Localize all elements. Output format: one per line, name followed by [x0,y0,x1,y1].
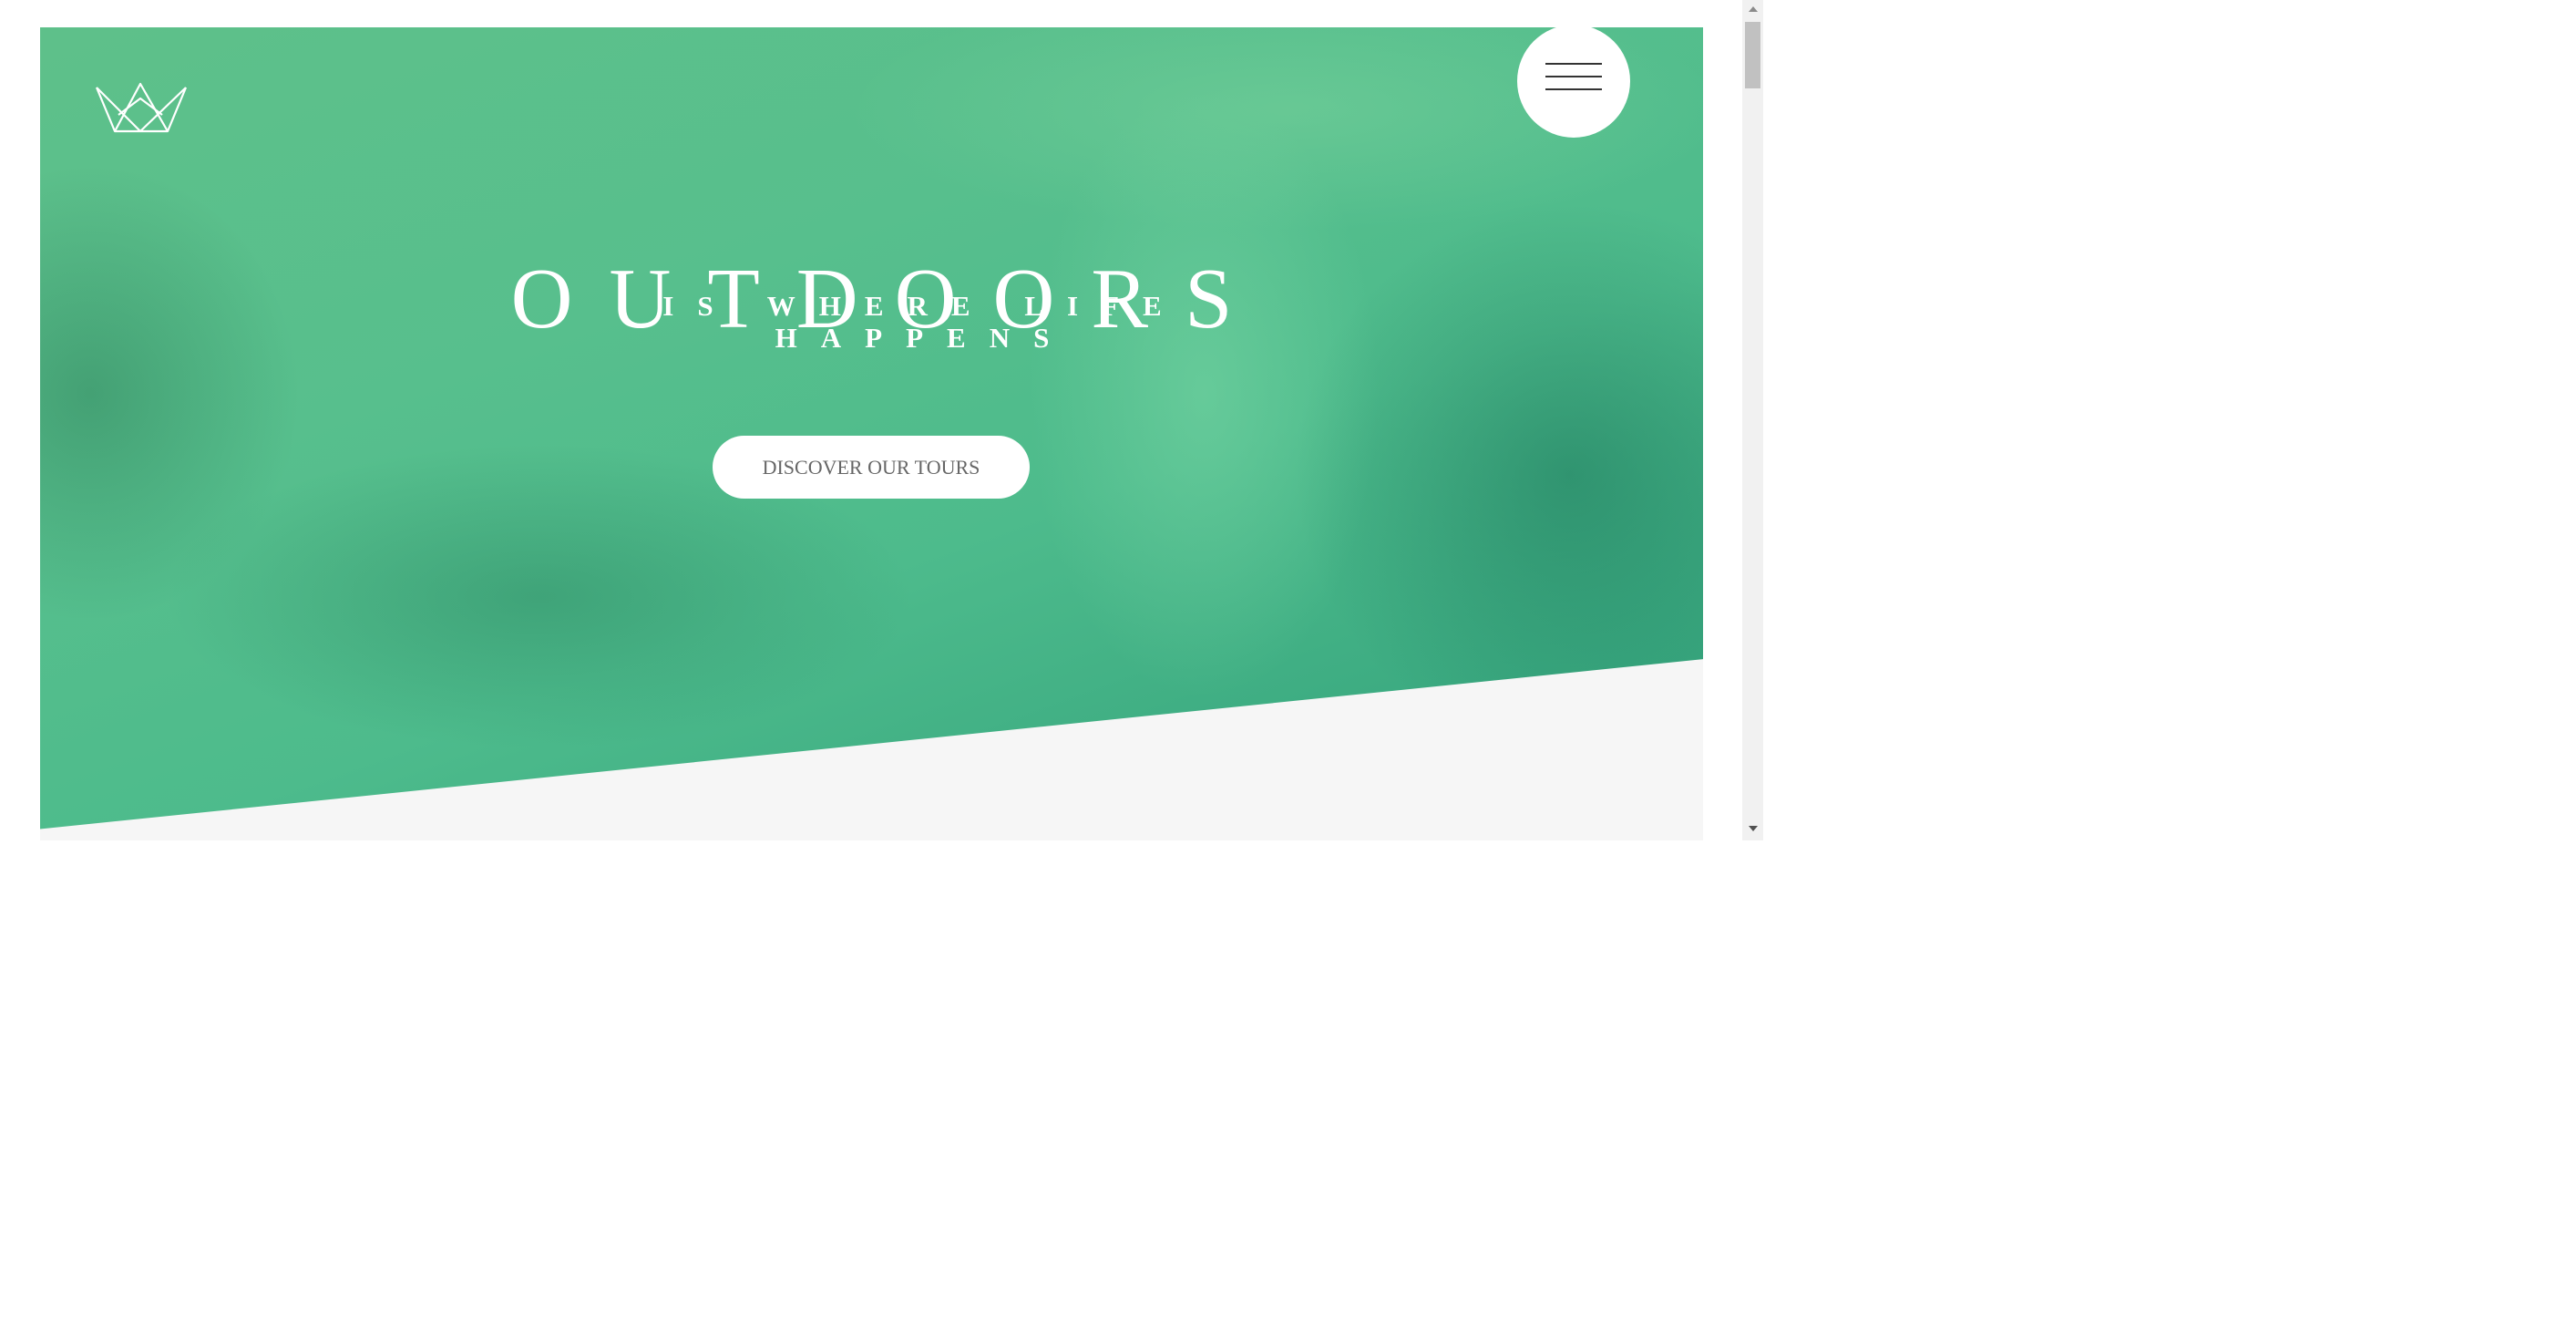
vertical-scrollbar[interactable] [1742,0,1763,840]
scrollbar-thumb[interactable] [1745,22,1760,88]
hamburger-menu-icon [1545,76,1602,77]
scroll-down-arrow-icon[interactable] [1749,826,1758,831]
hero-subtitle: IS WHERE LIFE HAPPENS [662,290,1185,354]
hero-background-image [40,27,1703,829]
hamburger-menu-icon [1545,88,1602,90]
discover-tours-button[interactable]: DISCOVER OUR TOURS [713,436,1030,499]
browser-viewport: OUTDOORS IS WHERE LIFE HAPPENS DISCOVER … [0,0,1763,840]
menu-button[interactable] [1517,27,1630,138]
crown-icon[interactable] [95,82,188,133]
hero-section: OUTDOORS IS WHERE LIFE HAPPENS DISCOVER … [40,27,1703,840]
hamburger-menu-icon [1545,63,1602,65]
scroll-up-arrow-icon[interactable] [1749,6,1758,12]
